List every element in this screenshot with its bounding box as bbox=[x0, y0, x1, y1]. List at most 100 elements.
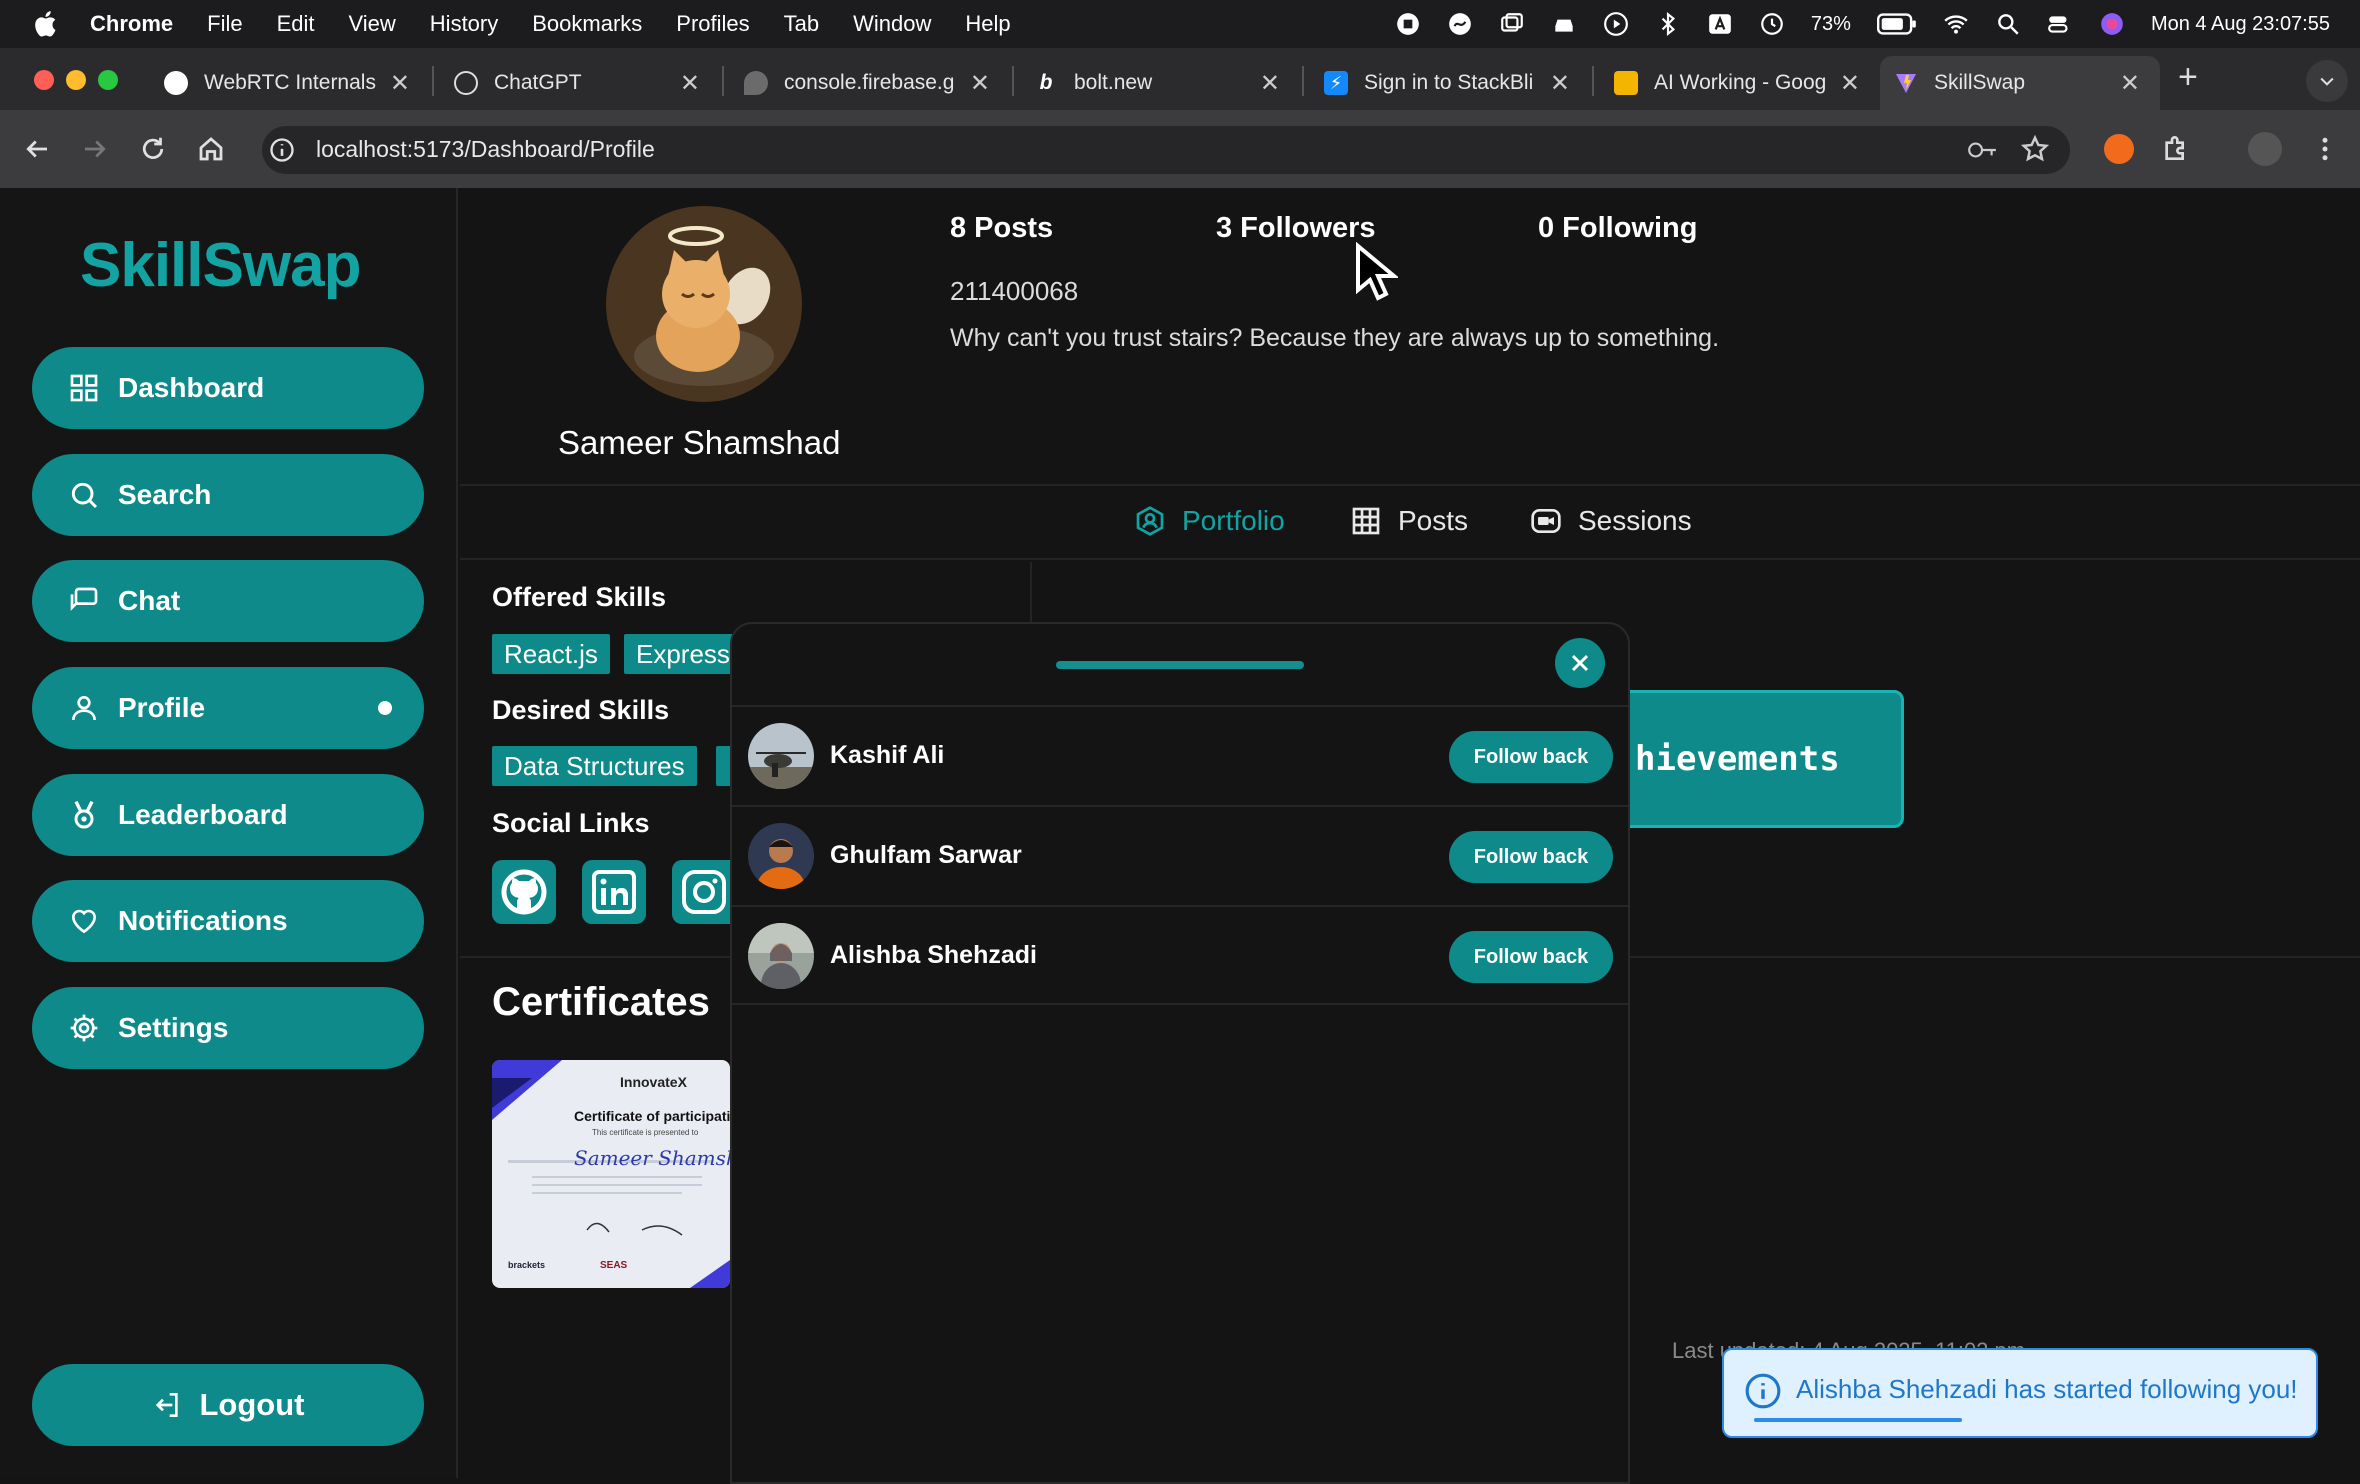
password-key-icon[interactable] bbox=[1966, 136, 1998, 164]
posts-count[interactable]: 8 Posts bbox=[950, 212, 1053, 245]
home-icon[interactable] bbox=[196, 134, 226, 164]
menu-tab[interactable]: Tab bbox=[784, 11, 819, 37]
close-icon[interactable]: ✕ bbox=[1840, 69, 1860, 98]
time-machine-icon[interactable] bbox=[1759, 11, 1785, 37]
sidebar-item-profile[interactable]: Profile bbox=[32, 667, 424, 749]
spotlight-search-icon[interactable] bbox=[1995, 11, 2021, 37]
windows-icon[interactable] bbox=[1499, 11, 1525, 37]
tab-stackblitz[interactable]: ⚡ Sign in to StackBli ✕ bbox=[1310, 56, 1590, 110]
person-photo-icon bbox=[748, 923, 814, 989]
app-logo[interactable]: SkillSwap bbox=[80, 230, 361, 301]
sidebar-item-chat[interactable]: Chat bbox=[32, 560, 424, 642]
github-link[interactable] bbox=[492, 860, 556, 924]
wifi-icon[interactable] bbox=[1943, 11, 1969, 37]
modal-close-button[interactable] bbox=[1555, 638, 1605, 688]
sidebar-item-settings[interactable]: Settings bbox=[32, 987, 424, 1069]
reload-icon[interactable] bbox=[138, 134, 168, 164]
follow-back-button[interactable]: Follow back bbox=[1449, 731, 1613, 783]
tab-sessions[interactable]: Sessions bbox=[1530, 505, 1692, 537]
menu-help[interactable]: Help bbox=[965, 11, 1010, 37]
menu-window[interactable]: Window bbox=[853, 11, 931, 37]
follower-avatar[interactable] bbox=[748, 723, 814, 789]
sidebar-item-notifications[interactable]: Notifications bbox=[32, 880, 424, 962]
follower-row[interactable]: Kashif Ali Follow back bbox=[732, 705, 1628, 805]
following-count[interactable]: 0 Following bbox=[1538, 212, 1698, 245]
achievements-button[interactable]: hievements bbox=[1584, 690, 1904, 828]
toast-notification[interactable]: Alishba Shehzadi has started following y… bbox=[1722, 1348, 2318, 1438]
follow-back-button[interactable]: Follow back bbox=[1449, 831, 1613, 883]
window-minimize-button[interactable] bbox=[66, 70, 86, 90]
record-icon[interactable] bbox=[1395, 11, 1421, 37]
follow-back-button[interactable]: Follow back bbox=[1449, 931, 1613, 983]
url-text[interactable]: localhost:5173/Dashboard/Profile bbox=[316, 136, 655, 163]
back-arrow-icon[interactable] bbox=[22, 134, 52, 164]
instagram-link[interactable] bbox=[672, 860, 730, 924]
bookmark-star-icon[interactable] bbox=[2020, 134, 2050, 164]
certificate-thumbnail[interactable]: InnovateX Certificate of participation T… bbox=[492, 1060, 730, 1288]
menu-history[interactable]: History bbox=[430, 11, 498, 37]
follower-avatar[interactable] bbox=[748, 923, 814, 989]
tab-webrtc-internals[interactable]: WebRTC Internals ✕ bbox=[150, 56, 430, 110]
window-close-button[interactable] bbox=[34, 70, 54, 90]
close-icon[interactable]: ✕ bbox=[970, 69, 990, 98]
kebab-menu-icon[interactable] bbox=[2310, 134, 2340, 164]
forward-arrow-icon[interactable] bbox=[80, 134, 110, 164]
tab-posts[interactable]: Posts bbox=[1350, 505, 1468, 537]
tab-chatgpt[interactable]: ChatGPT ✕ bbox=[440, 56, 720, 110]
menu-view[interactable]: View bbox=[349, 11, 396, 37]
scribble-icon[interactable] bbox=[1447, 11, 1473, 37]
sidebar-item-leaderboard[interactable]: Leaderboard bbox=[32, 774, 424, 856]
follower-avatar[interactable] bbox=[748, 823, 814, 889]
menu-file[interactable]: File bbox=[207, 11, 242, 37]
skill-chip[interactable]: Express bbox=[624, 634, 742, 674]
siri-icon[interactable] bbox=[2099, 11, 2125, 37]
user-id: 211400068 bbox=[950, 276, 1079, 306]
menu-edit[interactable]: Edit bbox=[277, 11, 315, 37]
extension-icon[interactable] bbox=[2104, 134, 2134, 164]
divider bbox=[460, 484, 2360, 486]
browser-profile-avatar[interactable] bbox=[2248, 132, 2282, 166]
sidebar-item-dashboard[interactable]: Dashboard bbox=[32, 347, 424, 429]
tab-search-button[interactable] bbox=[2306, 60, 2348, 102]
active-indicator-dot bbox=[378, 701, 392, 715]
menu-bookmarks[interactable]: Bookmarks bbox=[532, 11, 642, 37]
follower-row[interactable]: Alishba Shehzadi Follow back bbox=[732, 905, 1628, 1005]
follower-name[interactable]: Ghulfam Sarwar bbox=[830, 841, 1022, 870]
close-icon[interactable]: ✕ bbox=[1550, 69, 1570, 98]
window-zoom-button[interactable] bbox=[98, 70, 118, 90]
followers-count[interactable]: 3 Followers bbox=[1216, 212, 1376, 245]
skill-chip[interactable]: React.js bbox=[492, 634, 610, 674]
logout-button[interactable]: Logout bbox=[32, 1364, 424, 1446]
linkedin-link[interactable] bbox=[582, 860, 646, 924]
new-tab-button[interactable]: + bbox=[2178, 58, 2198, 97]
play-icon[interactable] bbox=[1603, 11, 1629, 37]
skill-chip[interactable]: Data Structures bbox=[492, 746, 697, 786]
site-info-icon[interactable] bbox=[268, 136, 296, 164]
close-icon[interactable]: ✕ bbox=[390, 69, 410, 98]
tab-portfolio[interactable]: Portfolio bbox=[1134, 505, 1285, 537]
close-icon[interactable]: ✕ bbox=[680, 69, 700, 98]
puzzle-extensions-icon[interactable] bbox=[2160, 132, 2192, 164]
profile-avatar[interactable] bbox=[606, 206, 802, 402]
follower-name[interactable]: Alishba Shehzadi bbox=[830, 941, 1037, 970]
close-icon[interactable]: ✕ bbox=[2120, 69, 2140, 98]
control-center-icon[interactable] bbox=[2047, 11, 2073, 37]
menu-app[interactable]: Chrome bbox=[90, 11, 173, 37]
keyboard-input-icon[interactable] bbox=[1707, 11, 1733, 37]
apple-icon[interactable] bbox=[32, 9, 62, 39]
close-icon[interactable]: ✕ bbox=[1260, 69, 1280, 98]
tab-google-slides[interactable]: AI Working - Goog ✕ bbox=[1600, 56, 1880, 110]
menu-profiles[interactable]: Profiles bbox=[676, 11, 749, 37]
follower-row[interactable]: Ghulfam Sarwar Follow back bbox=[732, 805, 1628, 905]
tab-skillswap[interactable]: SkillSwap ✕ bbox=[1880, 56, 2160, 110]
modal-drag-handle[interactable] bbox=[1056, 661, 1304, 669]
menubar-clock[interactable]: Mon 4 Aug 23:07:55 bbox=[2151, 13, 2330, 36]
car-icon[interactable] bbox=[1551, 11, 1577, 37]
follower-name[interactable]: Kashif Ali bbox=[830, 741, 944, 770]
tab-bolt-new[interactable]: b bolt.new ✕ bbox=[1020, 56, 1300, 110]
sidebar-item-search[interactable]: Search bbox=[32, 454, 424, 536]
tab-firebase-console[interactable]: console.firebase.g ✕ bbox=[730, 56, 1010, 110]
bluetooth-icon[interactable] bbox=[1655, 11, 1681, 37]
battery-icon[interactable] bbox=[1876, 11, 1917, 37]
toast-progress-bar bbox=[1754, 1418, 1962, 1422]
